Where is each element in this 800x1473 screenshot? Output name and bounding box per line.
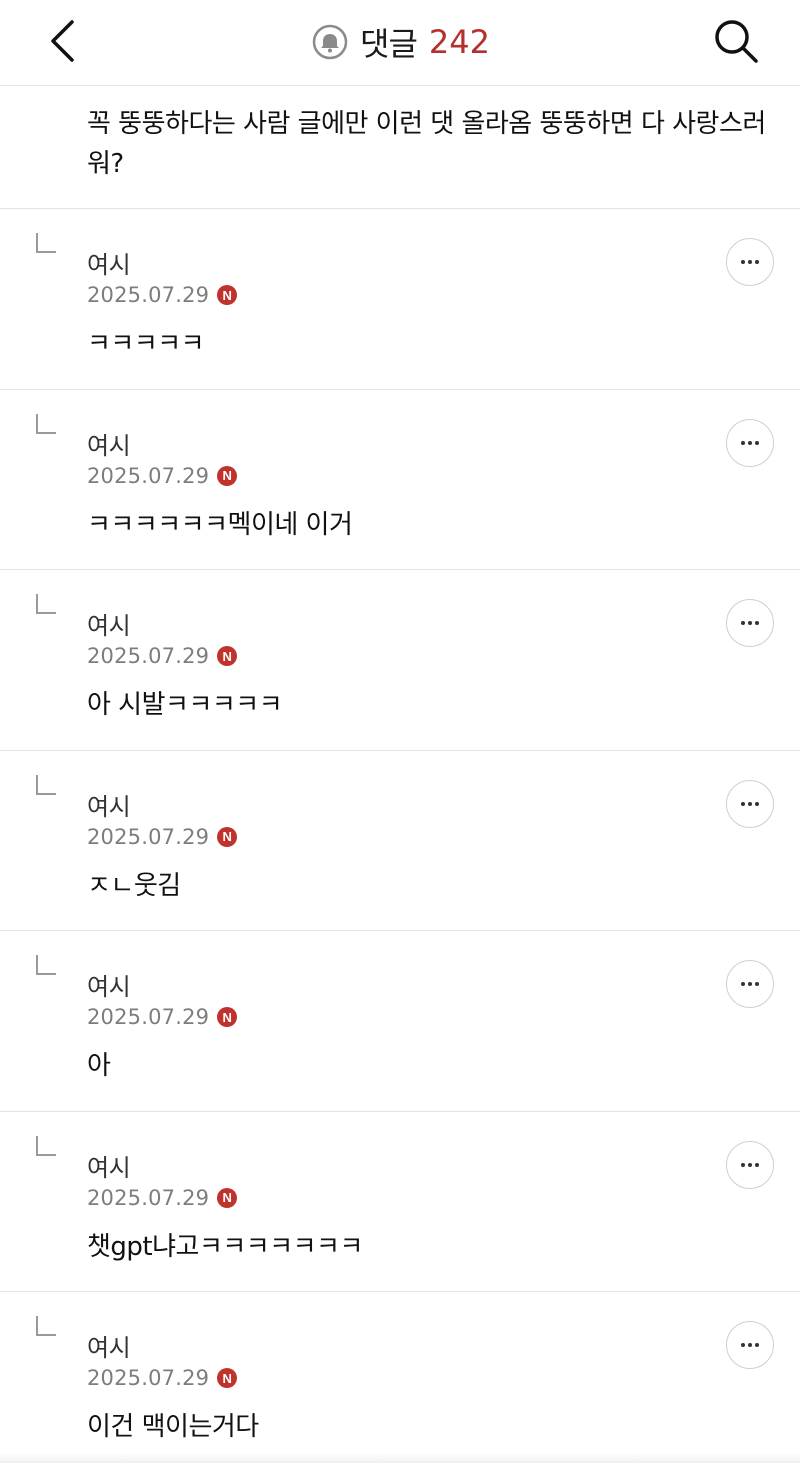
new-badge: N — [217, 285, 238, 305]
comment-text: 이건 맥이는거다 — [87, 1412, 259, 1442]
new-badge: N — [217, 1368, 238, 1388]
comment-author: 여시 — [87, 431, 131, 460]
more-options-button[interactable] — [726, 599, 774, 647]
header-bar: 댓글 242 — [0, 0, 800, 86]
reply-arrow-icon — [36, 1316, 56, 1336]
more-options-button[interactable] — [726, 418, 774, 467]
comment-date: 2025.07.29 — [87, 283, 210, 307]
comment-author: 여시 — [87, 251, 131, 279]
comment-meta: 2025.07.29 N — [87, 283, 238, 307]
header-title-group: 댓글 242 — [0, 0, 800, 84]
reply-comment: 여시 2025.07.29 N ㅋㅋㅋㅋㅋㅋ멕이네 이거 — [0, 390, 800, 570]
comment-date: 2025.07.29 — [87, 824, 210, 849]
reply-arrow-icon — [36, 413, 56, 434]
ellipsis-icon — [741, 982, 759, 986]
comment-author: 여시 — [87, 1153, 131, 1182]
comment-meta: 2025.07.29 N — [87, 1366, 238, 1390]
reply-comment: 여시 2025.07.29 N 아 시발ㅋㅋㅋㅋㅋ — [0, 570, 800, 751]
comment-author: 여시 — [87, 973, 131, 1001]
reply-comment: 여시 2025.07.29 N ㅈㄴ웃김 — [0, 751, 800, 931]
reply-comment: 여시 2025.07.29 N 아 — [0, 931, 800, 1112]
comment-text: 아 시발ㅋㅋㅋㅋㅋ — [87, 690, 283, 720]
new-badge: N — [217, 1007, 238, 1027]
comment-author: 여시 — [87, 792, 131, 821]
comment-text: 챗gpt냐고ㅋㅋㅋㅋㅋㅋㅋ — [87, 1231, 363, 1262]
comment-meta: 2025.07.29 N — [87, 1185, 238, 1210]
more-options-button[interactable] — [726, 1321, 774, 1369]
more-options-button[interactable] — [726, 238, 774, 286]
new-badge: N — [217, 465, 238, 486]
comment-text: 아 — [87, 1051, 111, 1081]
comment-date: 2025.07.29 — [87, 463, 210, 488]
more-options-button[interactable] — [726, 1140, 774, 1189]
more-options-button[interactable] — [726, 779, 774, 828]
comment-date: 2025.07.29 — [87, 1005, 210, 1029]
new-badge: N — [217, 1187, 238, 1208]
comment-text: ㅋㅋㅋㅋㅋㅋ멕이네 이거 — [87, 509, 353, 540]
new-badge: N — [217, 646, 238, 666]
comment-date: 2025.07.29 — [87, 644, 210, 668]
parent-comment-text: 꼭 뚱뚱하다는 사람 글에만 이런 댓 올라옴 뚱뚱하면 다 사랑스러워? — [87, 109, 766, 179]
reply-arrow-icon — [36, 594, 56, 614]
ellipsis-icon — [741, 1343, 759, 1347]
bottom-edge-shadow — [0, 1453, 800, 1463]
ellipsis-icon — [741, 260, 759, 264]
bell-icon[interactable] — [310, 22, 350, 62]
comment-meta: 2025.07.29 N — [87, 644, 238, 668]
reply-comment: 여시 2025.07.29 N 이건 맥이는거다 — [0, 1292, 800, 1473]
ellipsis-icon — [741, 801, 759, 806]
comment-meta: 2025.07.29 N — [87, 463, 238, 488]
comment-list: 여시 2025.07.29 N ㅋㅋㅋㅋㅋ 여시 2025.07.29 N ㅋㅋ… — [0, 209, 800, 1473]
comment-text: ㅈㄴ웃김 — [87, 870, 181, 901]
more-options-button[interactable] — [726, 960, 774, 1008]
comment-date: 2025.07.29 — [87, 1185, 210, 1210]
ellipsis-icon — [741, 440, 759, 445]
reply-arrow-icon — [36, 955, 56, 975]
reply-comment: 여시 2025.07.29 N ㅋㅋㅋㅋㅋ — [0, 209, 800, 390]
reply-arrow-icon — [36, 1135, 56, 1156]
reply-arrow-icon — [36, 774, 56, 795]
comment-author: 여시 — [87, 1334, 131, 1362]
ellipsis-icon — [741, 1162, 759, 1167]
comment-date: 2025.07.29 — [87, 1366, 210, 1390]
new-badge: N — [217, 826, 238, 847]
reply-arrow-icon — [36, 233, 56, 253]
comment-meta: 2025.07.29 N — [87, 824, 238, 849]
ellipsis-icon — [741, 621, 759, 625]
search-button[interactable] — [706, 14, 766, 68]
comment-text: ㅋㅋㅋㅋㅋ — [87, 329, 205, 359]
reply-comment: 여시 2025.07.29 N 챗gpt냐고ㅋㅋㅋㅋㅋㅋㅋ — [0, 1112, 800, 1292]
comment-meta: 2025.07.29 N — [87, 1005, 238, 1029]
comment-count: 242 — [428, 23, 490, 61]
comment-author: 여시 — [87, 612, 131, 640]
search-icon — [715, 20, 758, 63]
page-title: 댓글 — [360, 25, 418, 63]
